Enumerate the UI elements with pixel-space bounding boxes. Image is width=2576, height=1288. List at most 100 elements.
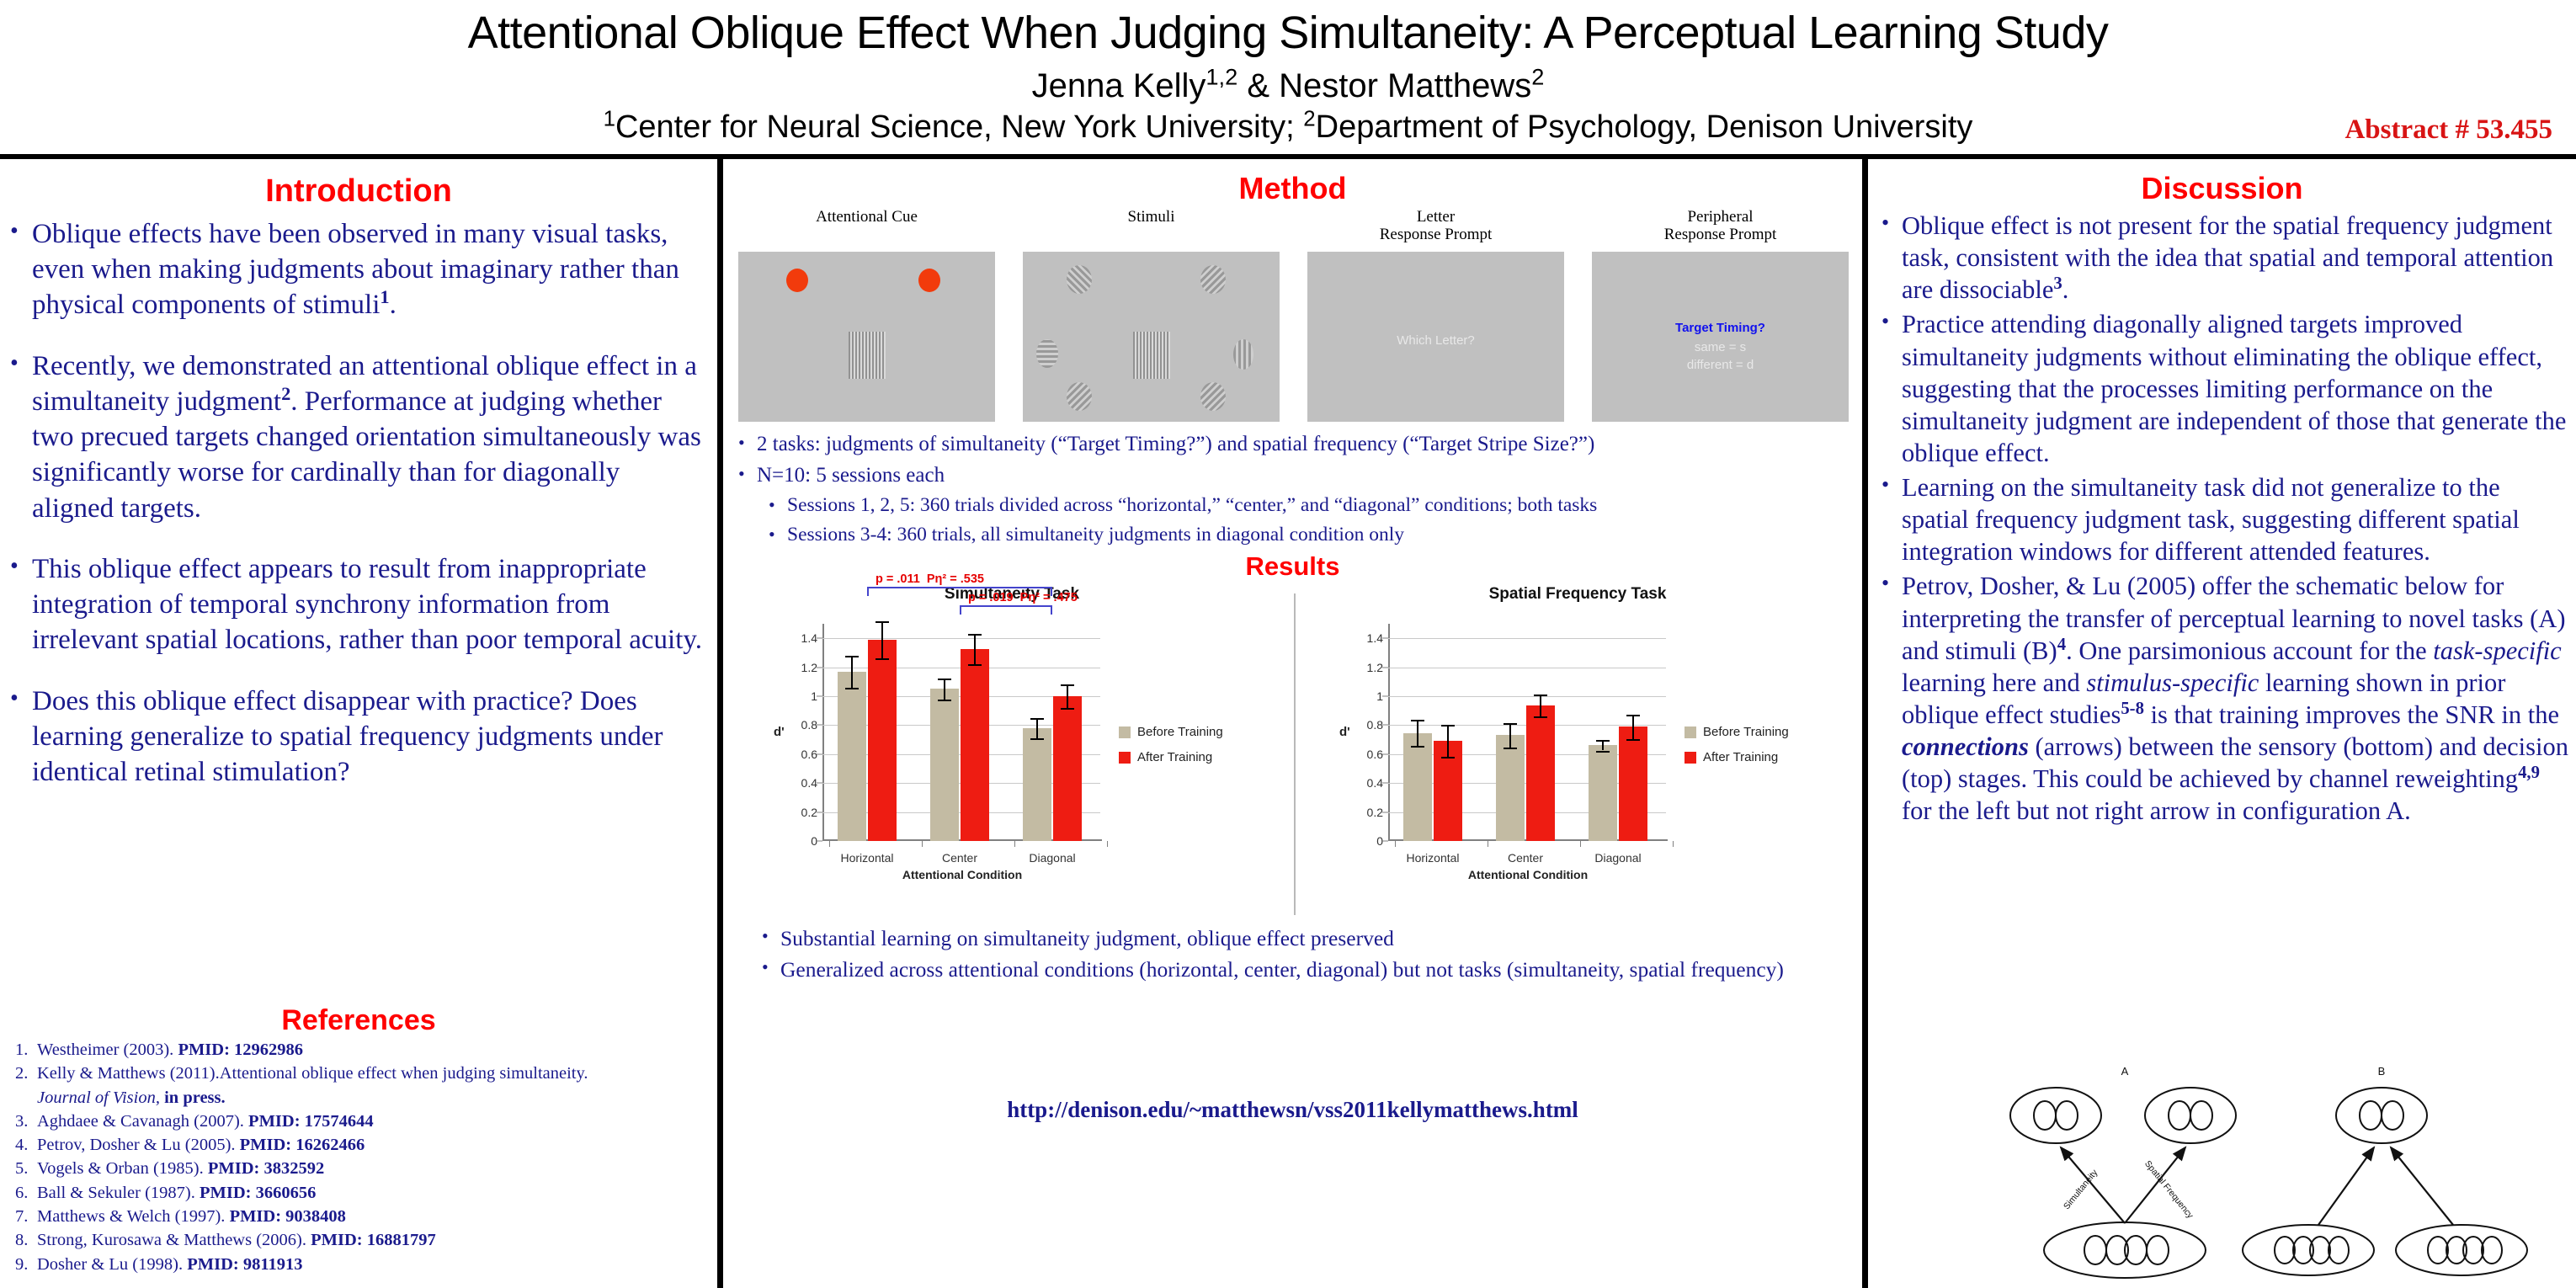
chart-bar xyxy=(1053,696,1082,841)
chart-y-tick-label: 0.6 xyxy=(801,747,817,761)
poster-url[interactable]: http://denison.edu/~matthewsn/vss2011kel… xyxy=(723,1097,1862,1123)
chart-y-tick-mark xyxy=(817,840,822,842)
results-bullet-list: • Substantial learning on simultaneity ju… xyxy=(762,924,1856,987)
chart-bar xyxy=(961,649,989,841)
chart-error-cap xyxy=(1441,725,1455,727)
chart-legend: Before Training After Training xyxy=(1119,725,1223,775)
reference-text: Aghdaee & Cavanagh (2007). PMID: 1757464… xyxy=(37,1111,374,1131)
reference-text: Dosher & Lu (1998). PMID: 9811913 xyxy=(37,1254,303,1274)
schematic-arrow-label-simultaneity: Simultaneity xyxy=(2062,1168,2100,1212)
chart-legend-swatch xyxy=(1119,726,1131,738)
chart-y-tick-label: 0.6 xyxy=(1366,747,1383,761)
reference-superscript: 5-8 xyxy=(2121,699,2144,718)
bullet-marker: • xyxy=(1881,210,1890,235)
chart-x-tick-label: Horizontal xyxy=(840,851,894,865)
reference-journal: Journal of Vision, xyxy=(37,1088,160,1107)
author-second-affil-marker: 2 xyxy=(1531,63,1545,90)
introduction-bullet: • Oblique effects have been observed in m… xyxy=(10,216,707,323)
method-bullet: • N=10: 5 sessions each xyxy=(738,461,1850,489)
introduction-bullet-text: Oblique effects have been observed in ma… xyxy=(32,219,679,321)
chart-bar xyxy=(838,671,866,841)
reference-number: 3. xyxy=(15,1111,29,1131)
chart-y-axis-label: d' xyxy=(1339,725,1350,739)
reference-text: Matthews & Welch (1997). PMID: 9038408 xyxy=(37,1206,346,1226)
affil-text-2: Department of Psychology, Denison Univer… xyxy=(1315,109,1973,145)
chart-y-tick-mark xyxy=(817,637,822,639)
chart-y-tick-mark xyxy=(817,724,822,726)
reference-item: 9. Dosher & Lu (1998). PMID: 9811913 xyxy=(15,1253,714,1276)
chart-x-tick-mark xyxy=(1107,841,1108,847)
reference-text: Ball & Sekuler (1987). PMID: 3660656 xyxy=(37,1183,317,1202)
chart-y-axis-label: d' xyxy=(774,725,785,739)
chart-error-bar xyxy=(1509,722,1511,748)
chart-bar xyxy=(1589,745,1617,841)
discussion-bullet-text: Oblique effect is not present for the sp… xyxy=(1902,211,2554,305)
reference-item: 3. Aghdaee & Cavanagh (2007). PMID: 17574… xyxy=(15,1110,714,1133)
results-bullet: • Substantial learning on simultaneity ju… xyxy=(762,924,1856,952)
method-subbullet-text: Sessions 3-4: 360 trials, all simultanei… xyxy=(787,524,1405,546)
chart-y-tick-mark xyxy=(817,753,822,755)
chart-legend-label: Before Training xyxy=(1137,725,1223,739)
method-bullet-text: N=10: 5 sessions each xyxy=(757,464,945,487)
method-subbullet-text: Sessions 1, 2, 5: 360 trials divided acr… xyxy=(787,494,1598,516)
discussion-heading: Discussion xyxy=(2141,171,2303,205)
reference-continuation: Journal of Vision, in press. xyxy=(15,1086,714,1110)
author-second: & Nestor Matthews xyxy=(1237,67,1532,104)
schematic-arrow-b-left xyxy=(2318,1146,2376,1226)
header-divider-rule xyxy=(0,154,2576,159)
reference-number: 2. xyxy=(15,1064,29,1083)
chart-legend-label: After Training xyxy=(1137,750,1213,764)
chart-bar xyxy=(930,689,959,841)
schematic-config-a-nodes xyxy=(2009,1087,2237,1279)
chart-error-cap xyxy=(1411,746,1424,748)
results-bullet-text: Substantial learning on simultaneity jud… xyxy=(780,926,1394,950)
chart-error-cap xyxy=(1596,750,1610,753)
chart-y-tick-label: 0.2 xyxy=(801,805,817,819)
method-subbullet: • Sessions 1, 2, 5: 360 trials divided ac… xyxy=(769,492,1850,519)
introduction-bullet: • This oblique effect appears to result f… xyxy=(10,551,707,658)
chart-significance-bracket xyxy=(960,605,1052,615)
chart-y-tick-mark xyxy=(817,782,822,784)
reference-pmid: PMID: 3660656 xyxy=(200,1183,317,1202)
bullet-marker: • xyxy=(10,218,19,244)
method-bullet-list: • 2 tasks: judgments of simultaneity (“Ta… xyxy=(738,430,1850,551)
chart-error-bar xyxy=(974,634,976,665)
chart-legend-swatch xyxy=(1685,726,1696,738)
chart-error-bar xyxy=(1417,720,1418,747)
chart-legend-item: Before Training xyxy=(1119,725,1223,739)
introduction-bullet-text: Recently, we demonstrated an attentional… xyxy=(32,350,701,524)
chart-error-cap xyxy=(845,655,859,657)
discussion-bullet-text: Practice attending diagonally aligned ta… xyxy=(1902,310,2567,467)
stimulus-display-cue xyxy=(738,252,995,422)
panel-caption-stimuli: Stimuli xyxy=(1127,208,1175,226)
introduction-bullet-text: This oblique effect appears to result fr… xyxy=(32,553,702,656)
reference-item: 5. Vogels & Orban (1985). PMID: 3832592 xyxy=(15,1157,714,1180)
reference-pmid: PMID: 9038408 xyxy=(229,1206,346,1226)
discussion-bullet: • Learning on the simultaneity task did n… xyxy=(1881,471,2568,567)
chart-error-cap xyxy=(1061,684,1074,687)
chart-error-cap xyxy=(968,634,982,636)
reference-superscript: 1 xyxy=(380,286,390,308)
method-bullet-text: 2 tasks: judgments of simultaneity (“Tar… xyxy=(757,433,1595,455)
reference-text: Vogels & Orban (1985). PMID: 3832592 xyxy=(37,1159,325,1179)
method-subbullet: • Sessions 3-4: 360 trials, all simultane… xyxy=(769,522,1850,548)
panel-letter-prompt: Letter Response Prompt Which Letter? xyxy=(1307,208,1564,422)
reference-item: 6. Ball & Sekuler (1987). PMID: 3660656 xyxy=(15,1181,714,1205)
schematic-label-b: B xyxy=(2378,1065,2386,1078)
introduction-bullet: • Does this oblique effect disappear with… xyxy=(10,684,707,790)
affil-marker-2: 2 xyxy=(1303,107,1316,131)
chart-error-cap xyxy=(1596,740,1610,742)
reference-item: 2. Kelly & Matthews (2011).Attentional ob… xyxy=(15,1062,714,1085)
chart-y-tick-label: 0 xyxy=(811,834,817,848)
reference-number: 7. xyxy=(15,1206,29,1226)
chart-y-tick-mark xyxy=(817,667,822,668)
chart-y-tick-label: 0.2 xyxy=(1366,805,1383,819)
affil-marker-1: 1 xyxy=(603,107,615,131)
chart-error-bar xyxy=(881,620,883,659)
chart-gridline xyxy=(1388,696,1666,697)
chart-error-bar xyxy=(851,655,853,688)
chart-error-bar xyxy=(1540,695,1541,717)
chart-y-tick-label: 0.4 xyxy=(801,776,817,790)
bullet-marker: • xyxy=(1881,472,1890,497)
chart-y-tick-mark xyxy=(1382,724,1388,726)
